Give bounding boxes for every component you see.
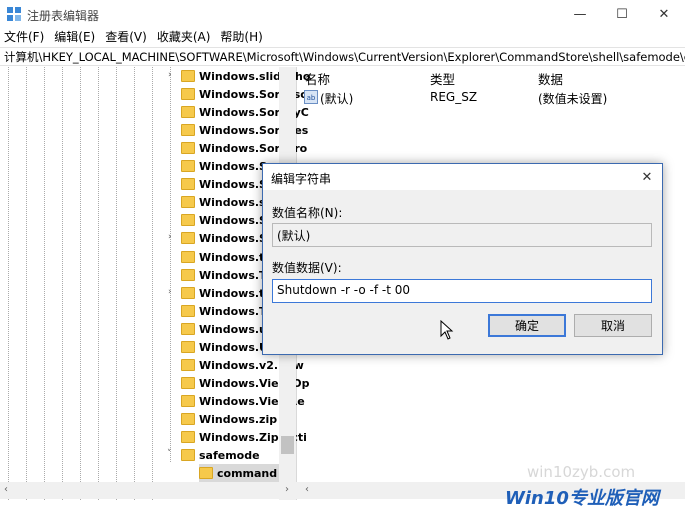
title-bar: 注册表编辑器 — ☐ ✕ (0, 0, 685, 28)
folder-icon (181, 413, 195, 425)
dialog-close-button[interactable]: ✕ (636, 166, 658, 188)
value-name-field: (默认) (272, 223, 652, 247)
folder-icon (181, 287, 195, 299)
folder-icon (181, 178, 195, 190)
list-header: 名称 类型 数据 (300, 67, 685, 87)
expand-chevron-icon[interactable]: › (168, 287, 172, 297)
column-name[interactable]: 名称 (305, 69, 330, 88)
folder-icon (181, 431, 195, 443)
minimize-button[interactable]: — (559, 0, 601, 28)
edit-string-dialog: 编辑字符串 ✕ 数值名称(N): (默认) 数值数据(V): Shutdown … (262, 163, 663, 355)
column-data[interactable]: 数据 (538, 69, 563, 88)
list-item[interactable]: ab (默认) REG_SZ (数值未设置) (300, 89, 685, 107)
scroll-left-icon[interactable]: ‹ (4, 484, 8, 495)
folder-icon (181, 214, 195, 226)
tree-item-label: command (217, 466, 278, 480)
ok-button[interactable]: 确定 (488, 314, 566, 337)
folder-icon (181, 106, 195, 118)
close-button[interactable]: ✕ (643, 0, 685, 28)
folder-icon (181, 232, 195, 244)
tree-item[interactable]: Windows.zip (181, 410, 277, 428)
string-value-icon: ab (304, 90, 318, 104)
folder-icon (181, 70, 195, 82)
folder-icon (181, 251, 195, 263)
value-data-label: 数值数据(V): (272, 261, 342, 275)
menu-view[interactable]: 查看(V) (101, 28, 151, 46)
collapse-chevron-icon[interactable]: ˅ (167, 449, 172, 459)
menu-favorites[interactable]: 收藏夹(A) (153, 28, 215, 46)
scroll-right-icon[interactable]: › (285, 484, 289, 495)
folder-icon (181, 395, 195, 407)
tree-item-label: Windows.zip (199, 412, 278, 426)
tree-scroll-thumb[interactable] (281, 436, 294, 454)
folder-icon (181, 305, 195, 317)
watermark-logo-text: Win10专业版官网 (505, 488, 659, 509)
value-name-label: 数值名称(N): (272, 206, 343, 220)
folder-icon (181, 323, 195, 335)
address-bar[interactable]: 计算机\HKEY_LOCAL_MACHINE\SOFTWARE\Microsof… (0, 47, 685, 66)
folder-icon (181, 88, 195, 100)
value-type: REG_SZ (430, 90, 478, 104)
tree-item-safemode[interactable]: safemode (181, 446, 260, 464)
tree-item-command[interactable]: command (199, 464, 281, 482)
column-type[interactable]: 类型 (430, 69, 455, 88)
folder-icon (181, 359, 195, 371)
window-title: 注册表编辑器 (27, 9, 100, 23)
watermark-url: win10zyb.com (527, 463, 636, 481)
maximize-button[interactable]: ☐ (601, 0, 643, 28)
folder-icon (181, 196, 195, 208)
menu-file[interactable]: 文件(F) (0, 28, 48, 46)
folder-icon (181, 341, 195, 353)
value-data-input[interactable]: Shutdown -r -o -f -t 00 (272, 279, 652, 303)
menu-edit[interactable]: 编辑(E) (50, 28, 99, 46)
folder-icon (181, 142, 195, 154)
folder-icon (181, 449, 195, 461)
folder-icon (199, 467, 213, 479)
folder-icon (181, 377, 195, 389)
mouse-cursor-icon (440, 320, 454, 340)
folder-icon (181, 160, 195, 172)
registry-editor-icon (7, 7, 21, 21)
folder-icon (181, 124, 195, 136)
menu-help[interactable]: 帮助(H) (216, 28, 266, 46)
value-name: (默认) (320, 92, 354, 106)
dialog-title-bar: 编辑字符串 ✕ (263, 164, 662, 190)
scroll-left-icon-right-pane[interactable]: ‹ (305, 484, 309, 495)
folder-icon (181, 269, 195, 281)
dialog-title: 编辑字符串 (271, 172, 332, 186)
expand-chevron-icon[interactable]: › (168, 70, 172, 80)
menu-bar: 文件(F) 编辑(E) 查看(V) 收藏夹(A) 帮助(H) (0, 28, 685, 46)
expand-chevron-icon[interactable]: › (168, 232, 172, 242)
cancel-button[interactable]: 取消 (574, 314, 652, 337)
value-data: (数值未设置) (538, 92, 608, 106)
tree-item-label: safemode (199, 448, 260, 462)
